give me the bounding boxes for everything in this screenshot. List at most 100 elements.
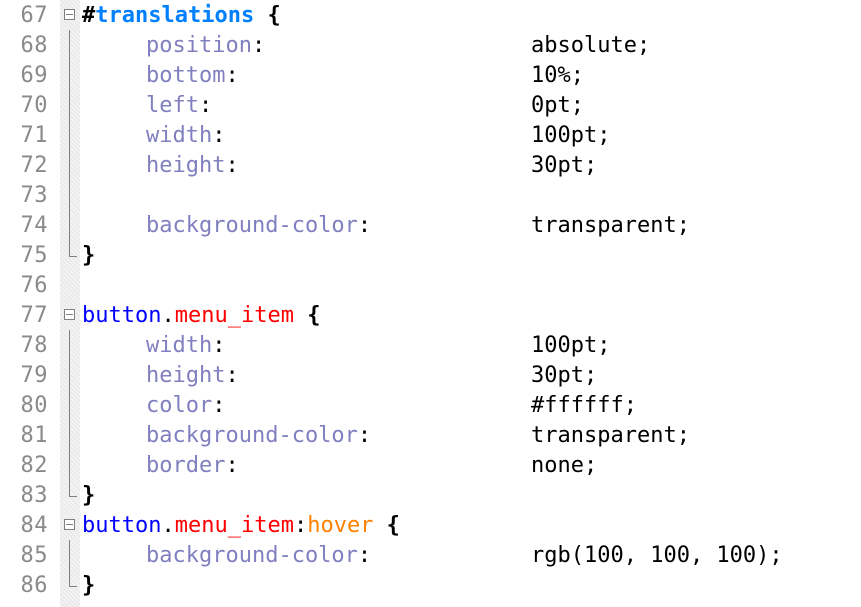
line-number: 82 bbox=[20, 453, 48, 478]
code-line[interactable]: 78 width: 100pt; bbox=[0, 330, 861, 361]
id-hash: # bbox=[82, 3, 96, 28]
css-property: width: bbox=[146, 121, 225, 151]
value-text: 10% bbox=[531, 63, 571, 88]
fold-collapse-icon[interactable] bbox=[64, 9, 75, 20]
css-property: height: bbox=[146, 361, 239, 391]
css-property: background-color: bbox=[146, 211, 371, 241]
code-line[interactable]: 70 left: 0pt; bbox=[0, 90, 861, 121]
property-colon: : bbox=[212, 123, 226, 148]
semicolon: ; bbox=[583, 363, 598, 388]
css-selector: button.menu_item { bbox=[82, 301, 320, 331]
css-value: 30pt; bbox=[531, 151, 597, 181]
property-name: color bbox=[146, 393, 213, 418]
property-colon: : bbox=[357, 423, 372, 448]
semicolon: ; bbox=[676, 213, 690, 238]
property-name: width bbox=[146, 123, 213, 148]
value-text: 30pt bbox=[531, 153, 584, 178]
fold-guide-line bbox=[69, 180, 70, 211]
code-line[interactable]: 67 #translations { bbox=[0, 1, 861, 31]
code-line[interactable]: 73 bbox=[0, 180, 861, 211]
property-colon: : bbox=[212, 333, 226, 358]
code-line[interactable]: 77 button.menu_item { bbox=[0, 301, 861, 331]
property-colon: : bbox=[251, 33, 266, 58]
code-line[interactable]: 79 height: 30pt; bbox=[0, 360, 861, 391]
code-line[interactable]: 86} bbox=[0, 571, 861, 601]
fold-guide-line bbox=[69, 120, 70, 151]
close-brace: } bbox=[82, 243, 96, 268]
line-number: 73 bbox=[20, 183, 48, 208]
css-value: #ffffff; bbox=[531, 391, 637, 421]
code-line[interactable]: 72 height: 30pt; bbox=[0, 150, 861, 181]
property-name: position bbox=[146, 33, 252, 58]
property-colon: : bbox=[225, 153, 239, 178]
code-line[interactable]: 69 bottom: 10%; bbox=[0, 60, 861, 91]
css-value: 10%; bbox=[531, 61, 584, 91]
fold-collapse-icon[interactable] bbox=[64, 309, 75, 320]
class-dot: . bbox=[161, 303, 175, 328]
property-name: border bbox=[146, 453, 226, 478]
property-name: bottom bbox=[146, 63, 226, 88]
value-text: none bbox=[531, 453, 584, 478]
code-line[interactable]: 80 color: #ffffff; bbox=[0, 390, 861, 421]
fold-guide-line bbox=[69, 210, 70, 241]
fold-guide-line bbox=[69, 450, 70, 481]
fold-guide-line bbox=[69, 540, 70, 571]
line-number: 76 bbox=[20, 273, 48, 298]
css-value: absolute; bbox=[531, 31, 650, 61]
css-value: transparent; bbox=[531, 211, 690, 241]
code-line[interactable]: 82 border: none; bbox=[0, 450, 861, 481]
css-value: 100pt; bbox=[531, 121, 610, 151]
code-line[interactable]: 75} bbox=[0, 241, 861, 271]
css-value: 30pt; bbox=[531, 361, 597, 391]
code-line[interactable]: 74 background-color: transparent; bbox=[0, 210, 861, 241]
property-name: height bbox=[146, 153, 226, 178]
line-number: 67 bbox=[20, 3, 48, 28]
close-brace: } bbox=[82, 483, 96, 508]
value-text: absolute bbox=[531, 33, 637, 58]
css-property: height: bbox=[146, 151, 239, 181]
fold-guide-line bbox=[69, 30, 70, 61]
code-line[interactable]: 68 position: absolute; bbox=[0, 30, 861, 61]
css-value: none; bbox=[531, 451, 597, 481]
open-brace: { bbox=[254, 3, 281, 28]
value-text: rgb(100, 100, 100) bbox=[531, 543, 770, 568]
fold-guide-line bbox=[69, 360, 70, 391]
pseudo-colon: : bbox=[293, 513, 308, 538]
code-line[interactable]: 84 button.menu_item:hover { bbox=[0, 511, 861, 541]
semicolon: ; bbox=[769, 543, 783, 568]
fold-guide-line bbox=[69, 150, 70, 181]
css-selector: button.menu_item:hover { bbox=[82, 511, 400, 541]
css-value: 0pt; bbox=[531, 91, 584, 121]
fold-guide-line bbox=[69, 330, 70, 361]
property-name: height bbox=[146, 363, 226, 388]
semicolon: ; bbox=[597, 333, 611, 358]
line-number: 74 bbox=[20, 213, 48, 238]
semicolon: ; bbox=[623, 393, 637, 418]
css-property: position: bbox=[146, 31, 265, 61]
id-selector-name: translations bbox=[95, 3, 255, 28]
property-colon: : bbox=[357, 543, 372, 568]
code-line[interactable]: 71 width: 100pt; bbox=[0, 120, 861, 151]
code-line[interactable]: 85 background-color: rgb(100, 100, 100); bbox=[0, 540, 861, 571]
fold-collapse-icon[interactable] bbox=[64, 519, 75, 530]
value-text: 100pt bbox=[531, 333, 598, 358]
code-line[interactable]: 76 bbox=[0, 271, 861, 301]
line-number: 70 bbox=[20, 93, 48, 118]
value-text: transparent bbox=[531, 213, 677, 238]
fold-guide-line bbox=[69, 60, 70, 91]
code-line[interactable]: 81 background-color: transparent; bbox=[0, 420, 861, 451]
css-property: color: bbox=[146, 391, 225, 421]
property-name: background-color bbox=[146, 213, 358, 238]
css-property: background-color: bbox=[146, 541, 371, 571]
semicolon: ; bbox=[676, 423, 690, 448]
code-editor[interactable]: 67 #translations {68 position: absolute; 69 b… bbox=[0, 0, 861, 607]
code-line[interactable]: 83} bbox=[0, 481, 861, 511]
fold-end-marker bbox=[69, 571, 77, 587]
property-name: background-color bbox=[146, 543, 358, 568]
fold-end-marker bbox=[69, 241, 77, 257]
semicolon: ; bbox=[570, 63, 584, 88]
semicolon: ; bbox=[597, 123, 611, 148]
fold-end-marker bbox=[69, 481, 77, 497]
value-text: #ffffff bbox=[531, 393, 624, 418]
line-number: 75 bbox=[20, 243, 48, 268]
